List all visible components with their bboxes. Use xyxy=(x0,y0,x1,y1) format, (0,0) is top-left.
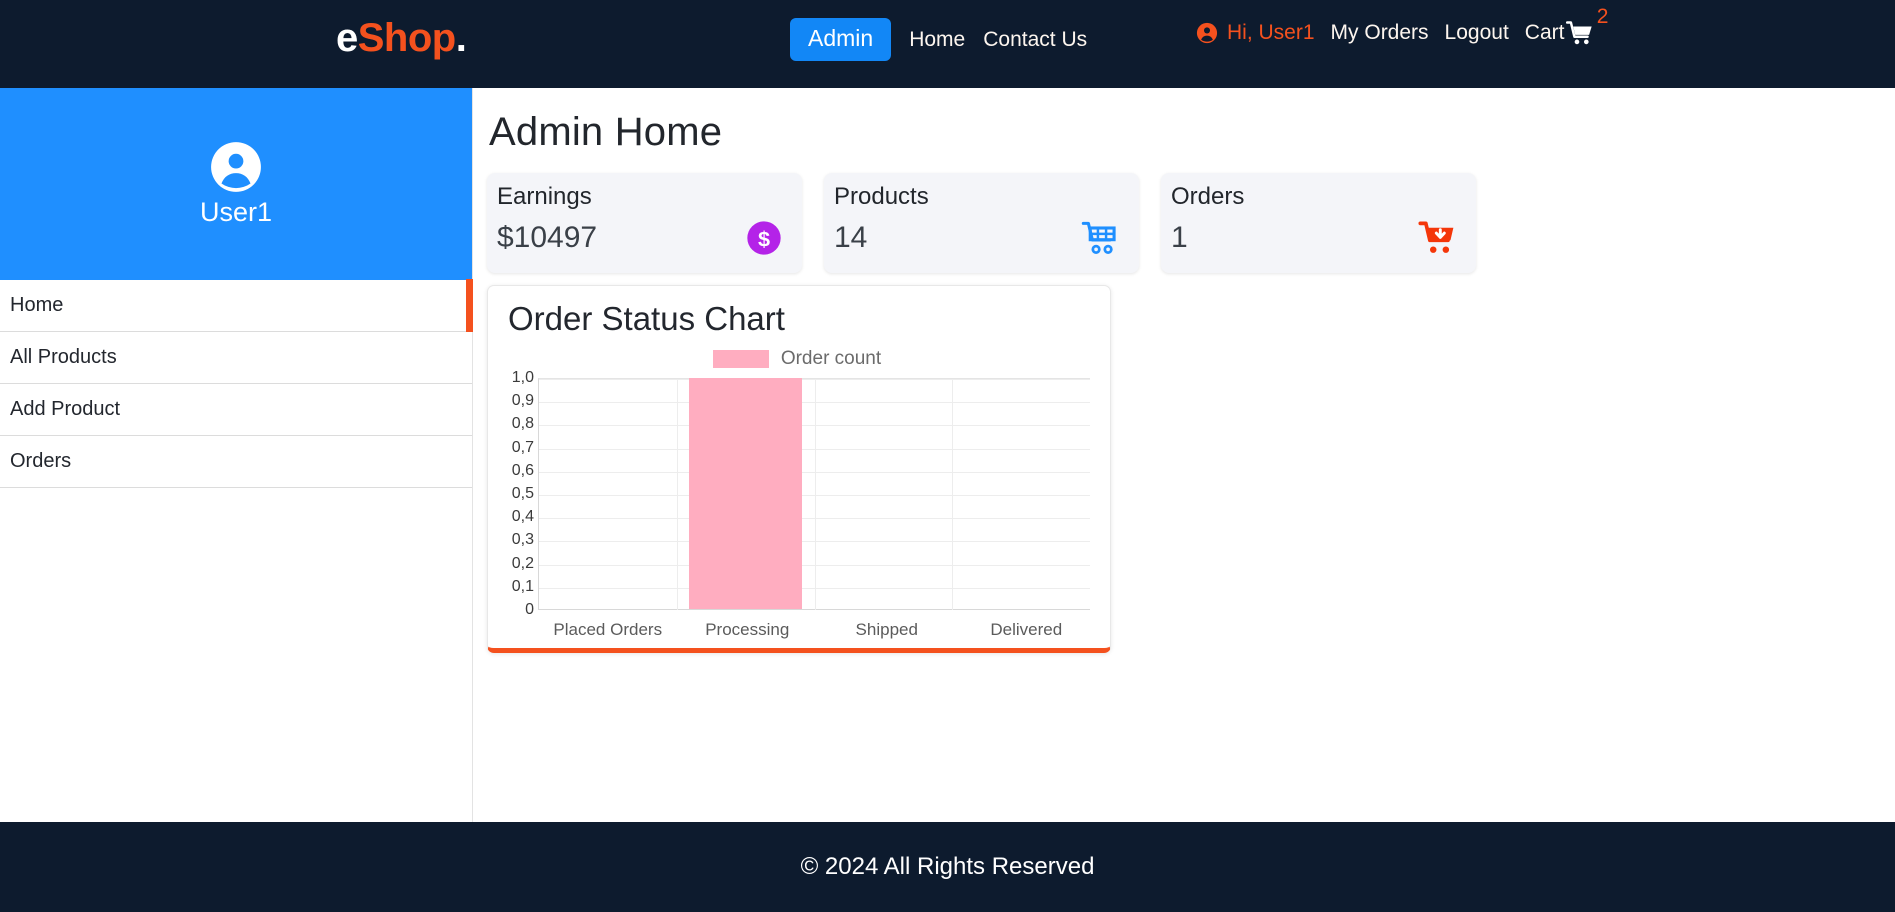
stat-card-title: Orders xyxy=(1171,183,1245,210)
chart-gridline-v xyxy=(814,379,816,610)
brand-part-dot: . xyxy=(455,16,467,60)
chart-y-tick-label: 0,4 xyxy=(511,508,534,526)
chart-grid xyxy=(538,378,1090,610)
sidebar-item-add-product[interactable]: Add Product xyxy=(0,384,472,436)
sidebar-item-home[interactable]: Home xyxy=(0,279,473,332)
cart-download-icon xyxy=(1418,221,1454,253)
footer-copyright: © 2024 All Rights Reserved xyxy=(800,853,1095,880)
dollar-circle-icon: $ xyxy=(747,221,781,255)
brand-part-shop: Shop xyxy=(357,16,456,60)
brand-part-e: e xyxy=(336,16,358,60)
chart-x-tick-label: Delivered xyxy=(990,620,1063,639)
chart-x-tick-label: Shipped xyxy=(855,620,918,639)
nav-link-logout[interactable]: Logout xyxy=(1445,21,1509,45)
user-greeting-chip[interactable]: Hi, User1 xyxy=(1196,21,1315,45)
app-root: eShop. Admin Home Contact Us Hi, User1 M… xyxy=(0,0,1895,912)
chart-y-axis: 1,0 0,9 0,8 0,7 0,6 0,5 0,4 0,3 0,2 0,1 0 xyxy=(498,369,538,618)
cart-label: Cart xyxy=(1524,21,1565,44)
admin-button[interactable]: Admin xyxy=(790,18,892,62)
sidebar-item-label: Orders xyxy=(10,450,72,472)
chart-gridline-v xyxy=(676,379,678,610)
sidebar: User1 Home All Products Add Product Orde… xyxy=(0,88,473,822)
sidebar-item-label: Home xyxy=(10,294,64,316)
nav-right-group: Hi, User1 My Orders Logout Cart 2 xyxy=(1196,6,1608,46)
chart-title: Order Status Chart xyxy=(508,300,785,337)
sidebar-menu: Home All Products Add Product Orders xyxy=(0,279,473,488)
chart-legend: Order count xyxy=(498,348,1096,370)
nav-center-group: Admin Home Contact Us xyxy=(790,18,1087,62)
cart-link[interactable]: Cart 2 xyxy=(1524,6,1608,46)
chart-gridline-v xyxy=(952,379,954,610)
order-status-chart-card: Order Status Chart Order count 1,0 0,9 0,8… xyxy=(487,285,1111,653)
nav-link-home[interactable]: Home xyxy=(909,28,965,52)
chart-y-tick-label: 0 xyxy=(525,601,534,618)
nav-link-my-orders[interactable]: My Orders xyxy=(1331,21,1429,45)
sidebar-item-label: All Products xyxy=(10,346,117,368)
legend-label-order-count: Order count xyxy=(780,348,882,369)
chart-y-tick-label: 1,0 xyxy=(511,369,534,386)
chart-y-tick-label: 0,2 xyxy=(511,554,534,572)
sidebar-item-all-products[interactable]: All Products xyxy=(0,332,472,384)
chart-bar[interactable] xyxy=(688,378,803,609)
chart-y-tick-label: 0,5 xyxy=(511,485,534,502)
chart-y-tick-label: 0,7 xyxy=(511,438,534,456)
stat-card-earnings[interactable]: Earnings $10497 $ xyxy=(487,173,802,273)
stat-card-orders[interactable]: Orders 1 xyxy=(1161,173,1476,273)
stat-card-value: 14 xyxy=(834,220,868,254)
stat-card-products[interactable]: Products 14 xyxy=(824,173,1139,273)
stat-card-title: Products xyxy=(834,183,929,210)
brand-logo[interactable]: eShop. xyxy=(336,16,467,61)
chart-x-tick-label: Processing xyxy=(705,620,790,639)
user-greeting-text: Hi, User1 xyxy=(1227,21,1315,44)
sidebar-profile-header: User1 xyxy=(0,88,472,280)
page-footer: © 2024 All Rights Reserved xyxy=(0,822,1895,912)
user-avatar-icon xyxy=(211,141,261,192)
stat-card-body: 1 xyxy=(1171,218,1458,258)
svg-text:$: $ xyxy=(758,226,770,251)
chart-plot-area: 1,0 0,9 0,8 0,7 0,6 0,5 0,4 0,3 0,2 0,1 0 xyxy=(498,369,1090,618)
user-circle-icon xyxy=(1196,22,1218,44)
main-content: Admin Home Earnings $10497 $ Products 14… xyxy=(473,88,1895,822)
chart-y-tick-label: 0,6 xyxy=(511,461,534,479)
sidebar-username: User1 xyxy=(199,196,273,227)
stat-card-value: 1 xyxy=(1171,220,1188,254)
legend-swatch-order-count xyxy=(712,350,769,368)
stat-card-title: Earnings xyxy=(497,183,592,210)
chart-y-tick-label: 0,8 xyxy=(511,415,534,433)
stat-card-value: $10497 xyxy=(497,220,598,254)
shopping-cart-outline-icon xyxy=(1081,221,1116,254)
nav-link-contact-us[interactable]: Contact Us xyxy=(983,28,1087,52)
page-title: Admin Home xyxy=(489,110,723,154)
chart-y-tick-label: 0,1 xyxy=(511,577,534,595)
chart-x-tick-label: Placed Orders xyxy=(553,620,663,639)
sidebar-item-orders[interactable]: Orders xyxy=(0,436,472,488)
stat-cards-row: Earnings $10497 $ Products 14 Orders 1 xyxy=(487,173,1895,273)
sidebar-item-label: Add Product xyxy=(10,398,121,420)
body-area: User1 Home All Products Add Product Orde… xyxy=(0,88,1895,822)
shopping-cart-icon xyxy=(1566,21,1593,45)
chart-y-tick-label: 0,3 xyxy=(511,531,534,549)
stat-card-body: 14 xyxy=(834,218,1121,258)
chart-y-tick-label: 0,9 xyxy=(511,392,534,410)
chart-x-axis: Placed Orders Processing Shipped Delivered xyxy=(538,620,1096,640)
top-navbar: eShop. Admin Home Contact Us Hi, User1 M… xyxy=(0,0,1895,88)
stat-card-body: $10497 $ xyxy=(497,218,784,258)
cart-count-badge: 2 xyxy=(1596,5,1609,28)
